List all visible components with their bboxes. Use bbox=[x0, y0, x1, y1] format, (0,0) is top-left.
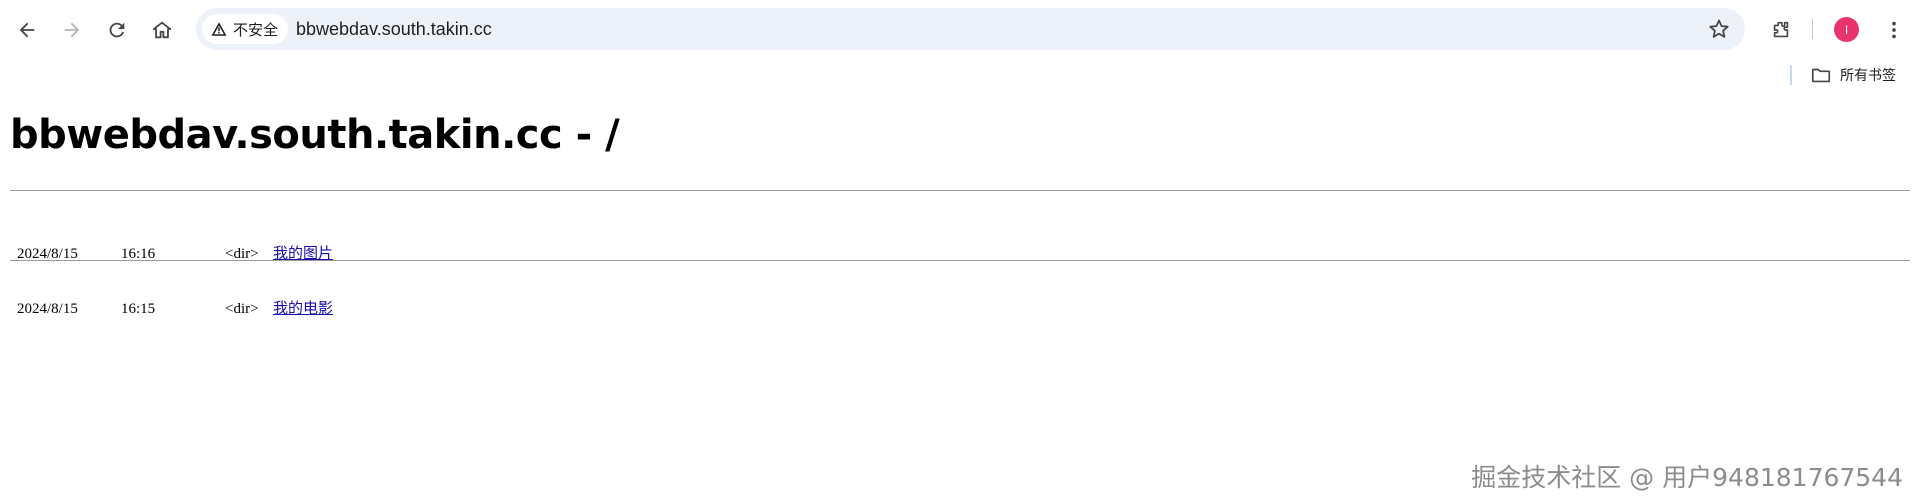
bottom-divider bbox=[10, 260, 1910, 261]
extensions-icon[interactable] bbox=[1763, 12, 1799, 48]
all-bookmarks-button[interactable]: 所有书签 bbox=[1810, 64, 1896, 86]
entry-time: 16:15 bbox=[121, 301, 156, 317]
reload-icon[interactable] bbox=[99, 12, 135, 48]
bookmarks-bar: 所有书签 bbox=[0, 58, 1919, 94]
folder-icon bbox=[1811, 68, 1831, 83]
address-bar[interactable]: 不安全 bbwebdav.south.takin.cc bbox=[196, 8, 1745, 50]
entry-date: 2024/8/15 bbox=[17, 301, 78, 317]
toolbar-divider bbox=[1812, 19, 1813, 39]
forward-arrow-icon[interactable] bbox=[54, 12, 90, 48]
avatar[interactable]: I bbox=[1834, 17, 1859, 42]
browser-toolbar: 不安全 bbwebdav.south.takin.cc I bbox=[0, 0, 1919, 58]
url-text[interactable]: bbwebdav.south.takin.cc bbox=[296, 8, 492, 50]
list-item: 2024/8/15 16:15 <dir> 我的电影 bbox=[17, 299, 333, 318]
home-icon[interactable] bbox=[144, 12, 180, 48]
watermark: 掘金技术社区 @ 用户948181767544 bbox=[1471, 463, 1903, 492]
directory-listing: 2024/8/15 16:16 <dir> 我的图片 2024/8/15 16:15 <d… bbox=[17, 208, 333, 354]
star-icon[interactable] bbox=[1707, 17, 1731, 41]
security-label: 不安全 bbox=[233, 21, 279, 39]
warning-icon bbox=[211, 22, 227, 36]
page-title: bbwebdav.south.takin.cc - / bbox=[10, 112, 620, 158]
all-bookmarks-label: 所有书签 bbox=[1840, 67, 1896, 83]
kebab-menu-icon[interactable] bbox=[1876, 12, 1912, 48]
bookmarks-separator bbox=[1790, 65, 1792, 85]
page-content: bbwebdav.south.takin.cc - / 2024/8/15 16:… bbox=[10, 94, 1910, 317]
entry-link[interactable]: 我的电影 bbox=[273, 299, 333, 317]
top-divider bbox=[10, 190, 1910, 191]
entry-type: <dir> bbox=[225, 301, 259, 317]
back-arrow-icon[interactable] bbox=[9, 12, 45, 48]
security-chip[interactable]: 不安全 bbox=[202, 14, 289, 44]
